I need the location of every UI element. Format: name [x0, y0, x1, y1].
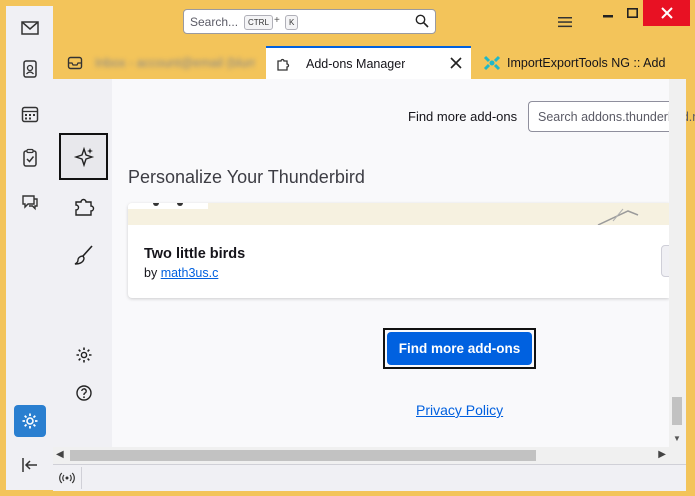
- global-search-box[interactable]: Search... CTRL + K: [183, 9, 436, 34]
- scroll-down-arrow-icon[interactable]: ▼: [673, 434, 681, 443]
- online-status-icon[interactable]: [59, 471, 75, 485]
- author-prefix: by: [144, 266, 158, 280]
- spaces-toolbar: [6, 6, 53, 490]
- settings-icon: [22, 413, 38, 429]
- shortcut-key-k: K: [285, 15, 299, 30]
- vertical-scrollbar[interactable]: ▼: [669, 79, 686, 447]
- mail-icon: [21, 21, 39, 35]
- themes-icon: [74, 244, 93, 265]
- address-book-space-button[interactable]: [14, 53, 46, 85]
- tab-importexporttools-label: ImportExportTools NG :: Add: [507, 55, 666, 70]
- scroll-left-arrow-icon[interactable]: ◀: [56, 449, 64, 460]
- application-window: Search... CTRL + K Inbox - account@email…: [0, 0, 695, 496]
- tab-inbox[interactable]: Inbox - account@email (blurred): [55, 46, 263, 79]
- collapse-icon: [22, 458, 37, 472]
- extensions-icon: [74, 198, 94, 216]
- addons-search-input[interactable]: Search addons.thunderbird.net: [528, 101, 695, 132]
- recommendations-icon: [73, 146, 94, 167]
- gear-icon: [76, 347, 91, 362]
- find-more-label: Find more add-ons: [408, 109, 518, 124]
- tab-addons-label: Add-ons Manager: [306, 56, 406, 71]
- mail-space-button[interactable]: [14, 12, 46, 44]
- settings-space-button[interactable]: [14, 405, 46, 437]
- find-more-focus-ring: Find more add-ons: [383, 328, 536, 369]
- horizontal-scrollbar[interactable]: ◀ ▶: [53, 447, 669, 464]
- addons-manager-content: Find more add-ons Search addons.thunderb…: [53, 79, 695, 447]
- app-menu-button[interactable]: [542, 9, 588, 35]
- horizontal-scroll-thumb[interactable]: [70, 450, 536, 461]
- scroll-right-arrow-icon[interactable]: ▶: [658, 449, 666, 460]
- maximize-icon: [626, 8, 638, 18]
- themes-category[interactable]: [59, 231, 108, 278]
- chat-icon: [22, 195, 38, 211]
- tab-importexporttools[interactable]: ImportExportTools NG :: Add: [473, 46, 695, 79]
- extensions-category[interactable]: [59, 182, 108, 229]
- tasks-space-button[interactable]: [14, 142, 46, 174]
- search-placeholder: Search...: [190, 15, 239, 29]
- hamburger-icon: [558, 17, 572, 28]
- theme-preview-image: [128, 203, 669, 226]
- theme-author-line: by math3us.c: [144, 266, 218, 280]
- scroll-corner: [669, 447, 686, 464]
- vertical-scroll-thumb[interactable]: [672, 397, 682, 425]
- close-tab-icon[interactable]: [449, 56, 463, 70]
- tab-inbox-label: Inbox - account@email (blurred): [95, 55, 255, 70]
- address-book-icon: [23, 60, 37, 78]
- shortcut-key-ctrl: CTRL: [244, 15, 273, 30]
- page-heading: Personalize Your Thunderbird: [128, 167, 365, 187]
- addons-main-pane: Find more add-ons Search addons.thunderb…: [112, 79, 695, 447]
- calendar-icon: [21, 106, 39, 123]
- theme-preview-art: [128, 203, 639, 226]
- search-icon[interactable]: [415, 14, 429, 28]
- close-icon: [660, 7, 673, 19]
- theme-action-button[interactable]: [661, 245, 669, 277]
- shortcut-plus: +: [274, 15, 280, 26]
- theme-name: Two little birds: [144, 246, 246, 262]
- theme-card[interactable]: Two little birds by math3us.c: [128, 203, 669, 298]
- recommendations-category[interactable]: [59, 133, 108, 180]
- help-icon: [75, 384, 92, 401]
- puzzle-icon: [277, 58, 290, 71]
- status-bar: [53, 464, 686, 491]
- privacy-policy-link[interactable]: Privacy Policy: [416, 402, 503, 418]
- categories-nav: [53, 79, 112, 447]
- tasks-icon: [23, 148, 37, 167]
- status-divider: [81, 467, 82, 489]
- find-more-addons-button[interactable]: Find more add-ons: [387, 332, 532, 365]
- author-link[interactable]: math3us.c: [161, 266, 219, 280]
- inbox-icon: [67, 56, 83, 69]
- close-window-button[interactable]: [643, 0, 690, 26]
- chat-space-button[interactable]: [14, 186, 46, 218]
- addons-help-button[interactable]: [59, 369, 108, 416]
- extension-logo-icon: [483, 55, 501, 70]
- tab-bar: Inbox - account@email (blurred) Add-ons …: [53, 46, 695, 79]
- calendar-space-button[interactable]: [14, 98, 46, 130]
- tab-addons-manager[interactable]: Add-ons Manager: [266, 46, 471, 79]
- collapse-spaces-button[interactable]: [14, 449, 46, 481]
